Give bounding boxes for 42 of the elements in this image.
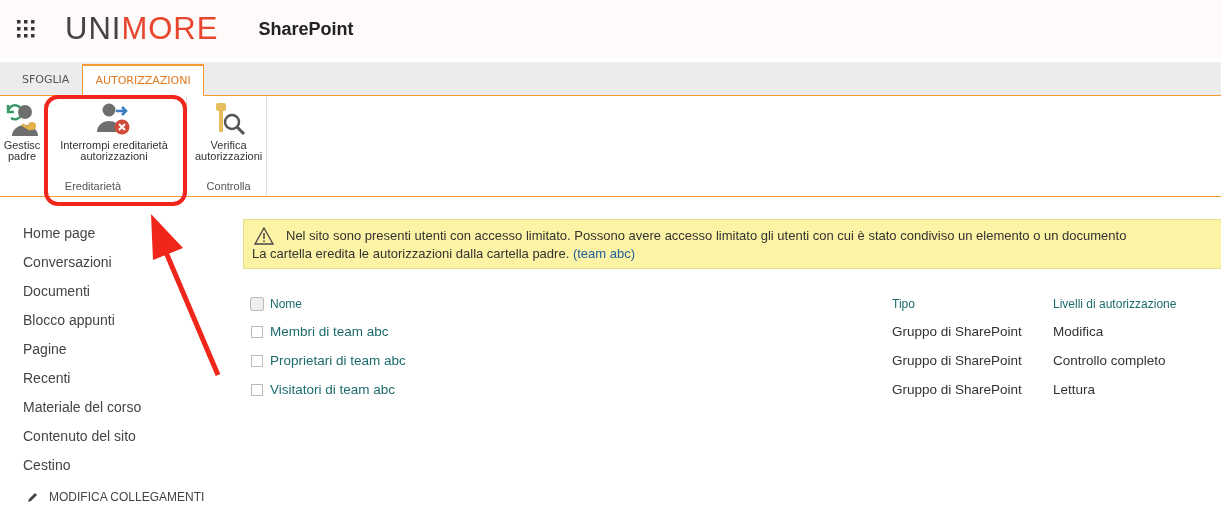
nav-link[interactable]: Cestino: [23, 449, 71, 478]
nav-link[interactable]: Pagine: [23, 333, 67, 362]
ribbon-button[interactable]: Gestisc padre: [0, 102, 42, 180]
group-link[interactable]: Visitatori di team abc: [270, 382, 892, 397]
edit-links-link[interactable]: MODIFICA COLLEGAMENTI: [27, 490, 205, 504]
ribbon-group-label: Ereditarietà: [64, 180, 122, 192]
table-cell: Controllo completo: [1053, 353, 1166, 368]
select-all-checkbox[interactable]: [249, 297, 264, 311]
column-header[interactable]: Nome: [270, 297, 892, 311]
ribbon-group-label: Controlla: [206, 180, 251, 192]
app-name[interactable]: SharePoint: [258, 18, 354, 40]
parent-folder-link[interactable]: (team abc): [572, 246, 635, 261]
nav-link[interactable]: Materiale del corso: [23, 391, 142, 420]
ribbon-button[interactable]: Verifica autorizzazioni: [193, 102, 265, 180]
person-remove-icon: [97, 102, 131, 136]
row-checkbox[interactable]: [250, 325, 263, 338]
app-launcher-icon[interactable]: [17, 20, 35, 38]
table-cell-text: Gruppo di SharePoint: [892, 382, 1023, 397]
nav-link[interactable]: Contenuto del sito: [23, 420, 136, 449]
table-cell: Modifica: [1053, 324, 1104, 339]
notice-text: La cartella eredita le autorizzazioni dalla cartella padre.: [252, 246, 570, 261]
nav-link[interactable]: Conversazioni: [23, 246, 112, 275]
logo[interactable]: UNIMORE: [65, 11, 219, 47]
table-cell-text: Gruppo di SharePoint: [892, 324, 1023, 339]
nav-link[interactable]: Home page: [23, 217, 96, 246]
notice-text: Nel sito sono presenti utenti con accesso limitato. Possono avere accesso limitato gli utenti con cui è stato condiviso un elemento o un documento: [286, 227, 1127, 245]
nav-link[interactable]: Blocco appunti: [23, 304, 115, 333]
ribbon-button[interactable]: Interrompi ereditarietà autorizzazioni: [42, 102, 186, 180]
person-key-icon: [5, 102, 39, 136]
nav-link[interactable]: Documenti: [23, 275, 90, 304]
ribbon-tab[interactable]: SFOGLIA: [9, 64, 83, 95]
table-cell-text: Gruppo di SharePoint: [892, 353, 1023, 368]
nav-link[interactable]: Recenti: [23, 362, 71, 391]
column-header[interactable]: Tipo: [892, 297, 1053, 311]
column-header[interactable]: Livelli di autorizzazione: [1053, 297, 1177, 311]
row-checkbox[interactable]: [250, 383, 263, 396]
group-link[interactable]: Proprietari di team abc: [270, 353, 892, 368]
table-cell: Lettura: [1053, 382, 1096, 397]
warning-icon: [254, 227, 274, 245]
group-link[interactable]: Membri di team abc: [270, 324, 892, 339]
pencil-icon: [27, 491, 39, 503]
row-checkbox[interactable]: [250, 354, 263, 367]
